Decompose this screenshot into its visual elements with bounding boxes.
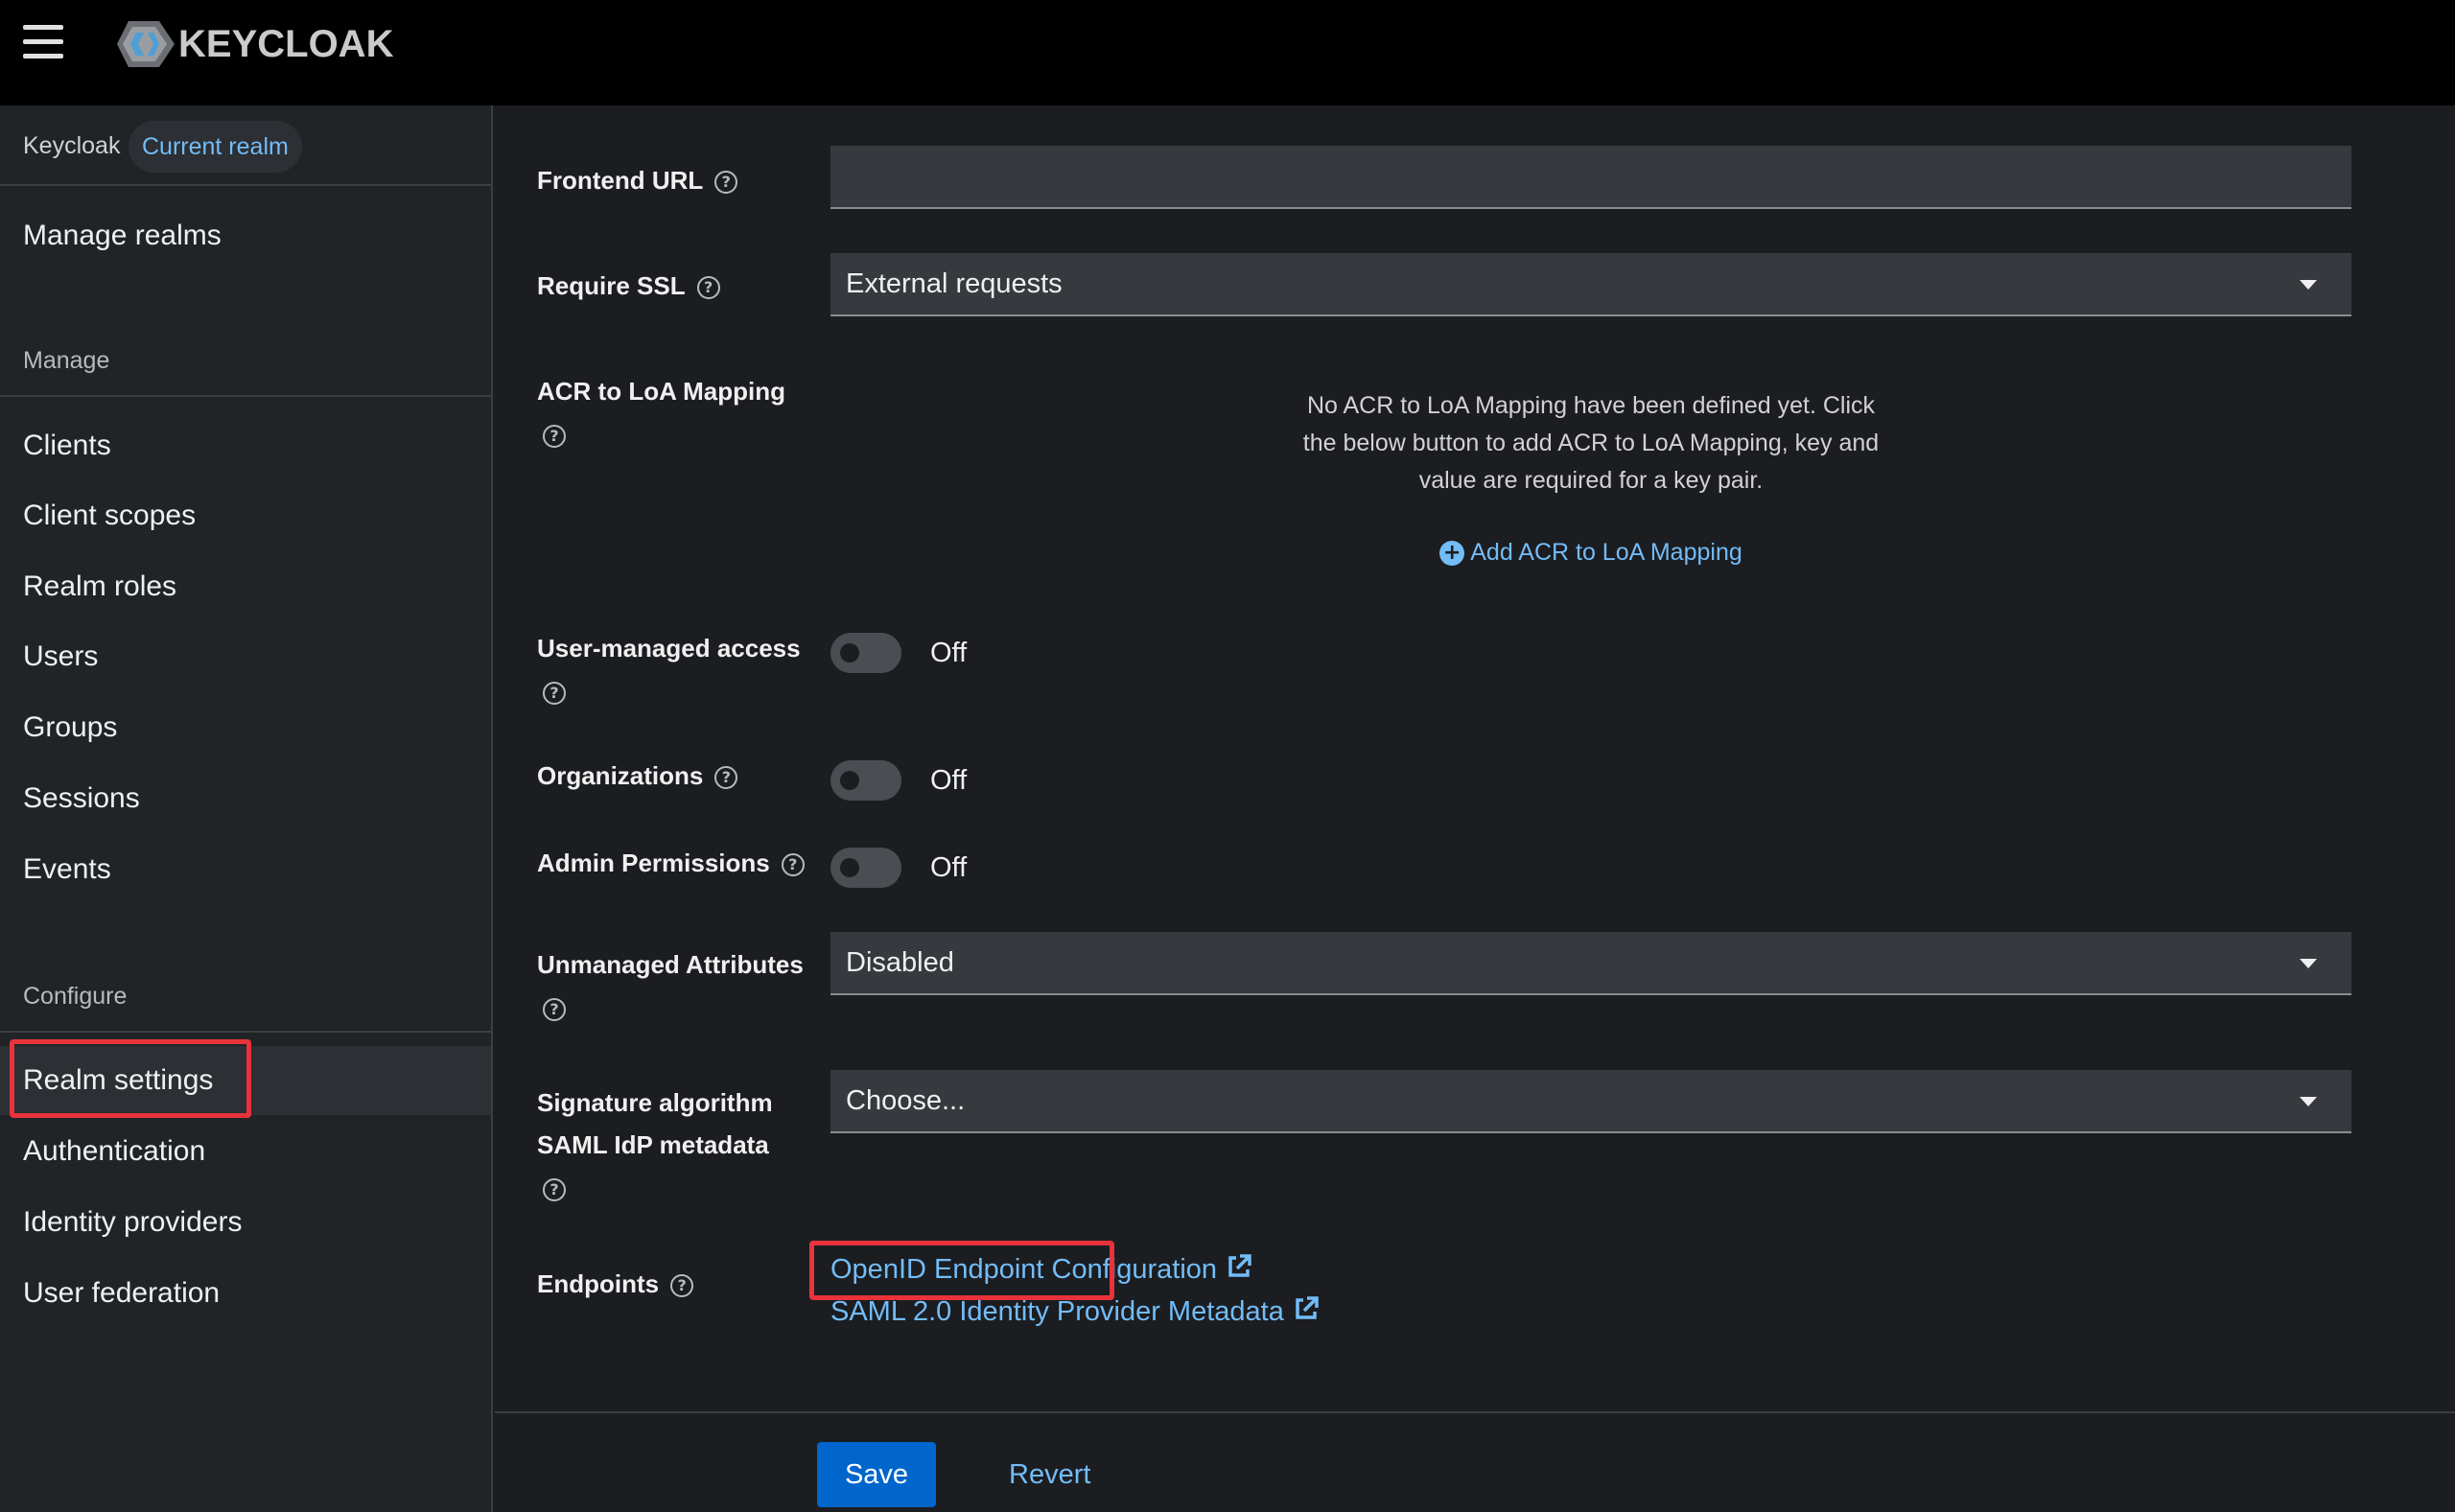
current-realm-badge: Current realm — [129, 121, 302, 173]
organizations-switch[interactable] — [830, 760, 901, 801]
caret-down-icon — [2300, 959, 2317, 968]
admin-permissions-switch[interactable] — [830, 848, 901, 888]
openid-endpoint-link[interactable]: OpenID Endpoint Configuration — [830, 1252, 1253, 1286]
endpoints-label: Endpoints? — [537, 1263, 694, 1305]
user-managed-access-switch[interactable] — [830, 633, 901, 673]
frontend-url-input[interactable] — [830, 146, 2351, 209]
hamburger-menu-icon[interactable] — [23, 25, 65, 59]
help-icon[interactable]: ? — [714, 766, 738, 790]
sidebar-item-authentication[interactable]: Authentication — [0, 1117, 491, 1186]
help-icon[interactable]: ? — [543, 1178, 566, 1201]
user-managed-access-label: User-managed access — [537, 634, 801, 663]
sidebar-item-groups[interactable]: Groups — [0, 693, 491, 762]
sidebar-item-clients[interactable]: Clients — [0, 411, 491, 480]
revert-button[interactable]: Revert — [992, 1442, 1108, 1507]
require-ssl-select[interactable]: External requests — [830, 253, 2351, 316]
keycloak-logo-icon — [117, 21, 175, 67]
help-icon[interactable]: ? — [714, 171, 738, 195]
sidebar-item-realm-settings[interactable]: Realm settings — [0, 1046, 491, 1115]
section-title-configure: Configure — [23, 983, 128, 1010]
sidebar-item-users[interactable]: Users — [0, 622, 491, 691]
keycloak-logo[interactable]: KEYCLOAK — [115, 17, 393, 71]
signature-algorithm-select[interactable]: Choose... — [830, 1070, 2351, 1133]
help-icon[interactable]: ? — [543, 998, 566, 1021]
sidebar-item-client-scopes[interactable]: Client scopes — [0, 481, 491, 550]
signature-algorithm-label: Signature algorithm SAML IdP metadata — [537, 1088, 773, 1159]
unmanaged-attributes-select[interactable]: Disabled — [830, 932, 2351, 995]
sidebar-item-events[interactable]: Events — [0, 835, 491, 904]
acr-mapping-label: ACR to LoA Mapping — [537, 377, 785, 406]
help-icon[interactable]: ? — [543, 425, 566, 448]
section-divider — [0, 395, 491, 397]
unmanaged-attributes-label: Unmanaged Attributes — [537, 950, 804, 979]
require-ssl-label: Require SSL? — [537, 265, 720, 307]
sidebar-item-user-federation[interactable]: User federation — [0, 1259, 491, 1328]
help-icon[interactable]: ? — [781, 853, 805, 877]
organizations-state: Off — [930, 765, 968, 796]
realm-selector[interactable]: Keycloak Current realm — [0, 105, 491, 186]
section-title-manage: Manage — [23, 347, 110, 374]
help-icon[interactable]: ? — [670, 1274, 694, 1298]
sidebar-item-manage-realms[interactable]: Manage realms — [0, 201, 491, 270]
logo-text: KEYCLOAK — [178, 22, 394, 65]
user-managed-access-state: Off — [930, 638, 968, 668]
admin-permissions-label: Admin Permissions? — [537, 842, 805, 884]
caret-down-icon — [2300, 280, 2317, 290]
footer-divider — [495, 1411, 2455, 1413]
realm-name: Keycloak — [23, 132, 121, 159]
save-button[interactable]: Save — [817, 1442, 936, 1507]
help-icon[interactable]: ? — [543, 682, 566, 705]
organizations-label: Organizations? — [537, 755, 738, 797]
sidebar-item-sessions[interactable]: Sessions — [0, 764, 491, 833]
external-link-icon — [1228, 1254, 1251, 1277]
plus-circle-icon: + — [1439, 541, 1465, 567]
sidebar: Keycloak Current realm Manage realms Man… — [0, 105, 493, 1512]
external-link-icon — [1296, 1296, 1319, 1319]
admin-permissions-state: Off — [930, 852, 968, 883]
app-root: KEYCLOAK Keycloak Current realm Manage r… — [0, 0, 2455, 1512]
realm-settings-form: Frontend URL? Require SSL? External requ… — [495, 105, 2455, 1512]
caret-down-icon — [2300, 1097, 2317, 1106]
saml-metadata-link[interactable]: SAML 2.0 Identity Provider Metadata — [830, 1294, 1321, 1328]
frontend-url-label: Frontend URL? — [537, 159, 738, 201]
acr-mapping-empty-state: No ACR to LoA Mapping have been defined … — [1302, 392, 1880, 494]
section-divider — [0, 1031, 491, 1033]
masthead: KEYCLOAK — [0, 0, 2455, 105]
help-icon[interactable]: ? — [696, 276, 720, 300]
add-acr-mapping-button[interactable]: + Add ACR to LoA Mapping — [830, 539, 2351, 567]
sidebar-item-identity-providers[interactable]: Identity providers — [0, 1188, 491, 1257]
sidebar-item-realm-roles[interactable]: Realm roles — [0, 552, 491, 621]
